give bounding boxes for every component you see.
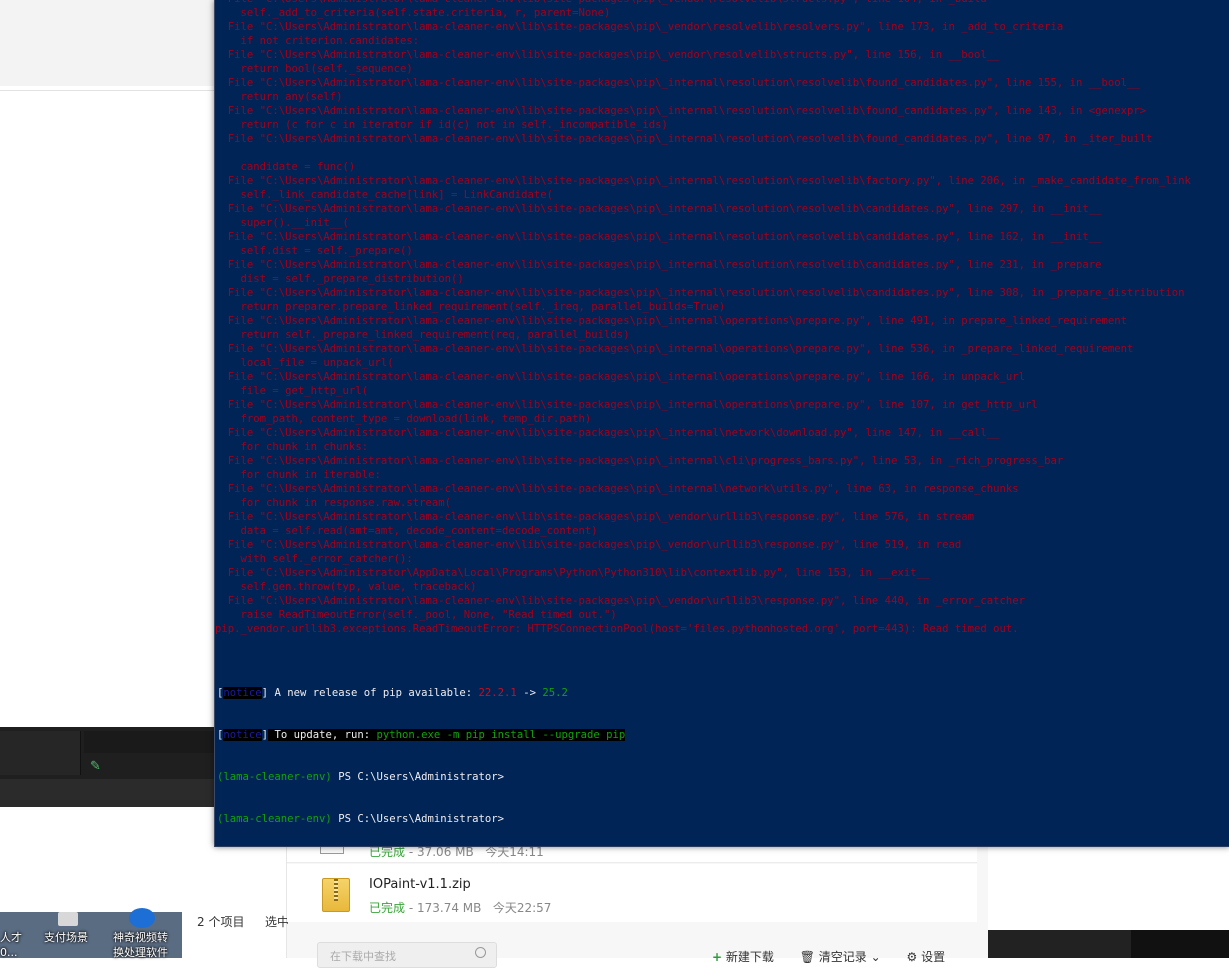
settings-button[interactable]: ⚙ 设置 (907, 950, 946, 964)
traceback-line: File "C:\Users\Administrator\lama-cleane… (215, 455, 1064, 467)
prompt-line: (lama-cleaner-env) PS C:\Users\Administr… (217, 770, 625, 784)
download-time: 今天14:11 (485, 845, 544, 859)
dark-panel (0, 731, 81, 775)
download-search-input[interactable]: 在下载中查找 (317, 942, 497, 968)
traceback-line: file = get_http_url( (215, 385, 369, 397)
traceback-line: for chunk in chunks: (215, 441, 369, 453)
taskbar-right (988, 930, 1229, 958)
prompt-path: PS C:\Users\Administrator> (331, 771, 505, 783)
notice-tag: notice (223, 729, 262, 741)
notice-tag: notice (223, 687, 262, 699)
traceback-line: File "C:\Users\Administrator\lama-cleane… (215, 371, 1026, 383)
traceback-line: for chunk in iterable: (215, 469, 381, 481)
traceback-line: self.dist = self._prepare() (215, 245, 413, 257)
traceback-line: with self._error_catcher(): (215, 553, 413, 565)
desktop-icon-label[interactable]: 神奇视频转 换处理软件 (113, 930, 168, 960)
prompt-line-current[interactable]: (lama-cleaner-env) PS C:\Users\Administr… (217, 812, 625, 826)
powershell-window[interactable]: File "C:\Users\Administrator\lama-cleane… (214, 0, 1229, 847)
download-actions: + 新建下载 🗑 清空记录 ⌄ ⚙ 设置 (712, 948, 967, 965)
venv-name: (lama-cleaner-env) (217, 813, 332, 825)
traceback-line: File "C:\Users\Administrator\lama-cleane… (215, 483, 1019, 495)
traceback-line: from_path, content_type = download(link,… (215, 413, 592, 425)
background-dark-window: ✎ (0, 727, 216, 807)
traceback-line: candidate = func() (215, 161, 356, 173)
download-size: - 173.74 MB (405, 901, 482, 915)
traceback-line: File "C:\Users\Administrator\lama-cleane… (215, 427, 1000, 439)
update-command: python.exe -m pip install --upgrade pip (376, 729, 626, 741)
video-app-icon[interactable] (129, 908, 155, 928)
traceback-line: File "C:\Users\Administrator\lama-cleane… (215, 399, 1038, 411)
traceback-line: local_file = unpack_url( (215, 357, 394, 369)
payment-app-icon[interactable] (58, 912, 78, 926)
traceback-line: File "C:\Users\Administrator\lama-cleane… (215, 203, 1102, 215)
pen-icon[interactable]: ✎ (90, 759, 101, 774)
download-filename[interactable]: IOPaint-v1.1.zip (369, 877, 471, 892)
traceback-line: File "C:\Users\Administrator\lama-cleane… (215, 175, 1191, 187)
background-window-toolbar (0, 90, 216, 114)
new-version: 25.2 (542, 687, 568, 699)
traceback-line: File "C:\Users\Administrator\lama-cleane… (215, 49, 1000, 61)
plus-icon: + (712, 950, 723, 964)
dark-panel-tab (84, 731, 216, 753)
traceback-line: File "C:\Users\Administrator\AppData\Loc… (215, 567, 930, 579)
traceback-line: File "C:\Users\Administrator\lama-cleane… (215, 21, 1064, 33)
traceback-line: File "C:\Users\Administrator\lama-cleane… (215, 343, 1134, 355)
traceback-line: return bool(self._sequence) (215, 63, 413, 75)
traceback-line: raise ReadTimeoutError(self._pool, None,… (215, 609, 617, 621)
dark-status-strip (0, 779, 216, 807)
pip-notice-line: [notice] A new release of pip available:… (217, 687, 568, 699)
traceback-line (215, 146, 1229, 160)
clear-records-button[interactable]: 🗑 清空记录 ⌄ (800, 950, 881, 964)
traceback-line: File "C:\Users\Administrator\lama-cleane… (215, 259, 1102, 271)
item-count: 2 个项目 (197, 915, 245, 929)
traceback-line: File "C:\Users\Administrator\lama-cleane… (215, 105, 1147, 117)
traceback-line: File "C:\Users\Administrator\lama-cleane… (215, 231, 1102, 243)
error-traceback: File "C:\Users\Administrator\lama-cleane… (215, 0, 1229, 636)
traceback-line: File "C:\Users\Administrator\lama-cleane… (215, 77, 1140, 89)
traceback-line: self._link_candidate_cache[link] = LinkC… (215, 189, 554, 201)
traceback-line: File "C:\Users\Administrator\lama-cleane… (215, 595, 1026, 607)
download-status: 已完成 (369, 901, 406, 915)
venv-name: (lama-cleaner-env) (217, 771, 332, 783)
zip-file-icon (322, 878, 350, 912)
traceback-line: super().__init__( (215, 217, 349, 229)
download-item[interactable]: IOPaint-v1.1.zip 已完成 - 173.74 MB 今天22:57 (287, 864, 977, 922)
traceback-line: return self._prepare_linked_requirement(… (215, 329, 630, 341)
traceback-line: File "C:\Users\Administrator\lama-cleane… (215, 287, 1185, 299)
search-placeholder: 在下载中查找 (330, 950, 396, 963)
new-download-button[interactable]: + 新建下载 (712, 950, 774, 964)
download-status: 已完成 (369, 845, 406, 859)
desktop-icon-label[interactable]: 人才 0... (0, 930, 22, 960)
traceback-line: pip._vendor.urllib3.exceptions.ReadTimeo… (215, 623, 1019, 635)
traceback-line: File "C:\Users\Administrator\lama-cleane… (215, 315, 1128, 327)
traceback-line: return (c for c in iterator if id(c) not… (215, 119, 668, 131)
traceback-line: self.gen.throw(typ, value, traceback) (215, 581, 477, 593)
traceback-line: data = self.read(amt=amt, decode_content… (215, 525, 598, 537)
traceback-line: File "C:\Users\Administrator\lama-cleane… (215, 511, 974, 523)
selected-label: 选中 (265, 915, 290, 929)
taskbar-block (1131, 930, 1229, 958)
background-window-header (0, 0, 216, 86)
traceback-line: dist = self._prepare_distribution() (215, 273, 464, 285)
background-window-content (0, 113, 216, 727)
traceback-line: for chunk in response.raw.stream( (215, 497, 452, 509)
traceback-line: if not criterion.candidates: (215, 35, 420, 47)
download-size: - 37.06 MB (405, 845, 474, 859)
traceback-line: File "C:\Users\Administrator\lama-cleane… (215, 539, 962, 551)
terminal-output[interactable]: [notice] A new release of pip available:… (217, 658, 626, 846)
search-icon[interactable] (475, 947, 486, 958)
traceback-line: File "C:\Users\Administrator\lama-cleane… (215, 133, 1153, 145)
traceback-line: return any(self) (215, 91, 343, 103)
pip-update-line: [notice] To update, run: python.exe -m p… (217, 729, 626, 741)
traceback-line: return preparer.prepare_linked_requireme… (215, 301, 726, 313)
download-time: 今天22:57 (492, 901, 552, 915)
prompt-path: PS C:\Users\Administrator> (331, 813, 505, 825)
desktop-icon-label[interactable]: 支付场景 (44, 930, 88, 945)
traceback-line: self._add_to_criteria(self.state.criteri… (215, 7, 611, 19)
old-version: 22.2.1 (478, 687, 517, 699)
download-meta: 已完成 - 173.74 MB 今天22:57 (369, 899, 551, 916)
